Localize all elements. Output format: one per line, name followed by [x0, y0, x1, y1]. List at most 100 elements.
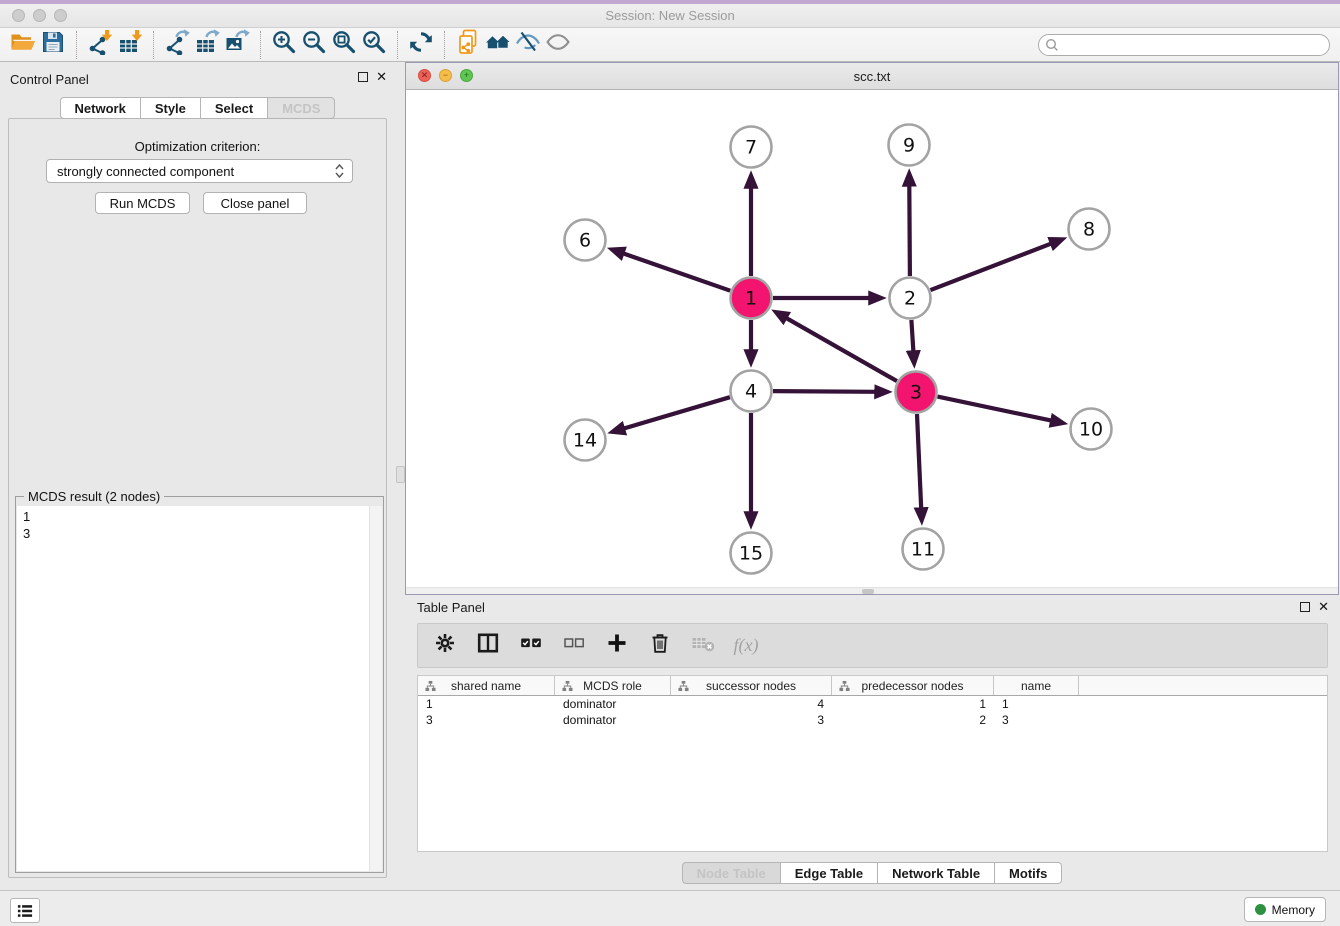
- network-hscrollbar[interactable]: [406, 587, 1338, 594]
- import-table-icon: [117, 29, 143, 60]
- refresh-button[interactable]: [406, 30, 436, 60]
- open-file-button[interactable]: [8, 30, 38, 60]
- save-session-button[interactable]: [38, 30, 68, 60]
- graph-node-10[interactable]: 10: [1071, 409, 1112, 450]
- network-graph[interactable]: 7 9 6 8 1 2 4 3 14 10 15 11: [406, 91, 1338, 588]
- graph-edge-4-3[interactable]: [773, 391, 876, 392]
- table-cell[interactable]: dominator: [555, 713, 671, 727]
- run-mcds-button[interactable]: Run MCDS: [95, 192, 190, 214]
- zoom-fit-button[interactable]: [329, 30, 359, 60]
- tab-mcds[interactable]: MCDS: [268, 97, 335, 119]
- close-panel-icon[interactable]: ✕: [376, 72, 387, 82]
- table-cell[interactable]: dominator: [555, 697, 671, 711]
- svg-text:14: 14: [573, 430, 597, 452]
- close-table-panel-icon[interactable]: ✕: [1318, 602, 1329, 612]
- graph-node-1[interactable]: 1: [731, 278, 772, 319]
- table-cell[interactable]: 1: [832, 697, 994, 711]
- tab-select[interactable]: Select: [201, 97, 268, 119]
- column-header-predecessor-nodes[interactable]: predecessor nodes: [832, 676, 994, 695]
- graph-node-14[interactable]: 14: [565, 420, 606, 461]
- add-button[interactable]: [602, 631, 632, 661]
- hide-panels-button[interactable]: [513, 30, 543, 60]
- table-cell[interactable]: 3: [671, 713, 832, 727]
- graph-edge-3-10[interactable]: [938, 397, 1052, 421]
- table-cell[interactable]: 1: [994, 697, 1079, 711]
- panel-divider-grip[interactable]: [396, 466, 405, 483]
- fx-button[interactable]: f(x): [731, 631, 761, 661]
- zoom-in-button[interactable]: [269, 30, 299, 60]
- search-box[interactable]: [1038, 34, 1330, 56]
- open-file-icon: [10, 29, 36, 60]
- criterion-select[interactable]: strongly connected component: [46, 159, 353, 183]
- graph-node-8[interactable]: 8: [1069, 209, 1110, 250]
- network-view-window: ✕ − + scc.txt 7968124314101511: [405, 62, 1339, 595]
- status-bar: Memory: [0, 890, 1340, 926]
- export-network-button[interactable]: [162, 30, 192, 60]
- zoom-selected-button[interactable]: [359, 30, 389, 60]
- table-cell[interactable]: 1: [418, 697, 555, 711]
- tab-network-table[interactable]: Network Table: [878, 862, 995, 884]
- mcds-result-list[interactable]: 13: [17, 506, 382, 871]
- graph-edge-3-11[interactable]: [917, 414, 921, 509]
- table-cell[interactable]: 3: [418, 713, 555, 727]
- zoom-out-button[interactable]: [299, 30, 329, 60]
- table-cell[interactable]: 2: [832, 713, 994, 727]
- graph-node-6[interactable]: 6: [565, 220, 606, 261]
- tab-edge-table[interactable]: Edge Table: [781, 862, 878, 884]
- table-cell[interactable]: 4: [671, 697, 832, 711]
- result-scrollbar[interactable]: [369, 506, 382, 871]
- export-image-button[interactable]: [222, 30, 252, 60]
- graph-node-9[interactable]: 9: [889, 125, 930, 166]
- graph-edge-3-1[interactable]: [786, 318, 897, 381]
- float-table-panel-icon[interactable]: [1300, 602, 1310, 612]
- graph-edge-2-3[interactable]: [911, 320, 913, 352]
- column-header-shared-name[interactable]: shared name: [418, 676, 555, 695]
- columns-button[interactable]: [473, 631, 503, 661]
- graph-node-15[interactable]: 15: [731, 533, 772, 574]
- network-hscroll-thumb[interactable]: [862, 589, 874, 594]
- graph-node-4[interactable]: 4: [731, 371, 772, 412]
- network-documents-button[interactable]: [453, 30, 483, 60]
- gear-button[interactable]: [430, 631, 460, 661]
- import-network-button[interactable]: [85, 30, 115, 60]
- toolbar-separator: [444, 31, 445, 59]
- graph-node-3[interactable]: 3: [896, 372, 937, 413]
- graph-edge-2-9[interactable]: [909, 186, 910, 277]
- select-all-button[interactable]: [516, 631, 546, 661]
- graph-edge-1-6[interactable]: [623, 253, 730, 290]
- column-header-MCDS-role[interactable]: MCDS role: [555, 676, 671, 695]
- table-cell[interactable]: 3: [994, 713, 1079, 727]
- close-panel-button[interactable]: Close panel: [203, 192, 307, 214]
- graph-node-7[interactable]: 7: [731, 127, 772, 168]
- delete-column-button[interactable]: [688, 631, 718, 661]
- task-history-button[interactable]: [10, 898, 40, 923]
- export-table-button[interactable]: [192, 30, 222, 60]
- mcds-result-title: MCDS result (2 nodes): [24, 489, 164, 504]
- graph-node-11[interactable]: 11: [903, 529, 944, 570]
- network-canvas[interactable]: 7 9 6 8 1 2 4 3 14 10 15 11: [406, 91, 1338, 594]
- column-header-name[interactable]: name: [994, 676, 1079, 695]
- tab-node-table[interactable]: Node Table: [682, 862, 781, 884]
- tab-style[interactable]: Style: [141, 97, 201, 119]
- column-header-successor-nodes[interactable]: successor nodes: [671, 676, 832, 695]
- hide-panels-icon: [515, 29, 541, 60]
- table-row[interactable]: 1dominator411: [418, 696, 1327, 712]
- memory-button[interactable]: Memory: [1244, 897, 1326, 922]
- graph-edge-2-8[interactable]: [931, 244, 1052, 291]
- graph-edge-4-14[interactable]: [624, 397, 730, 428]
- import-table-button[interactable]: [115, 30, 145, 60]
- unselect-all-button[interactable]: [559, 631, 589, 661]
- tab-motifs[interactable]: Motifs: [995, 862, 1062, 884]
- criterion-selected-value: strongly connected component: [57, 164, 333, 179]
- home-button[interactable]: [483, 30, 513, 60]
- float-panel-icon[interactable]: [358, 72, 368, 82]
- search-input[interactable]: [1063, 38, 1323, 52]
- zoom-out-icon: [301, 29, 327, 60]
- graph-node-2[interactable]: 2: [890, 278, 931, 319]
- table-row[interactable]: 3dominator323: [418, 712, 1327, 728]
- control-panel-title: Control Panel: [10, 72, 89, 87]
- show-panels-button[interactable]: [543, 30, 573, 60]
- column-type-icon: [678, 680, 689, 692]
- tab-network[interactable]: Network: [60, 97, 141, 119]
- trash-button[interactable]: [645, 631, 675, 661]
